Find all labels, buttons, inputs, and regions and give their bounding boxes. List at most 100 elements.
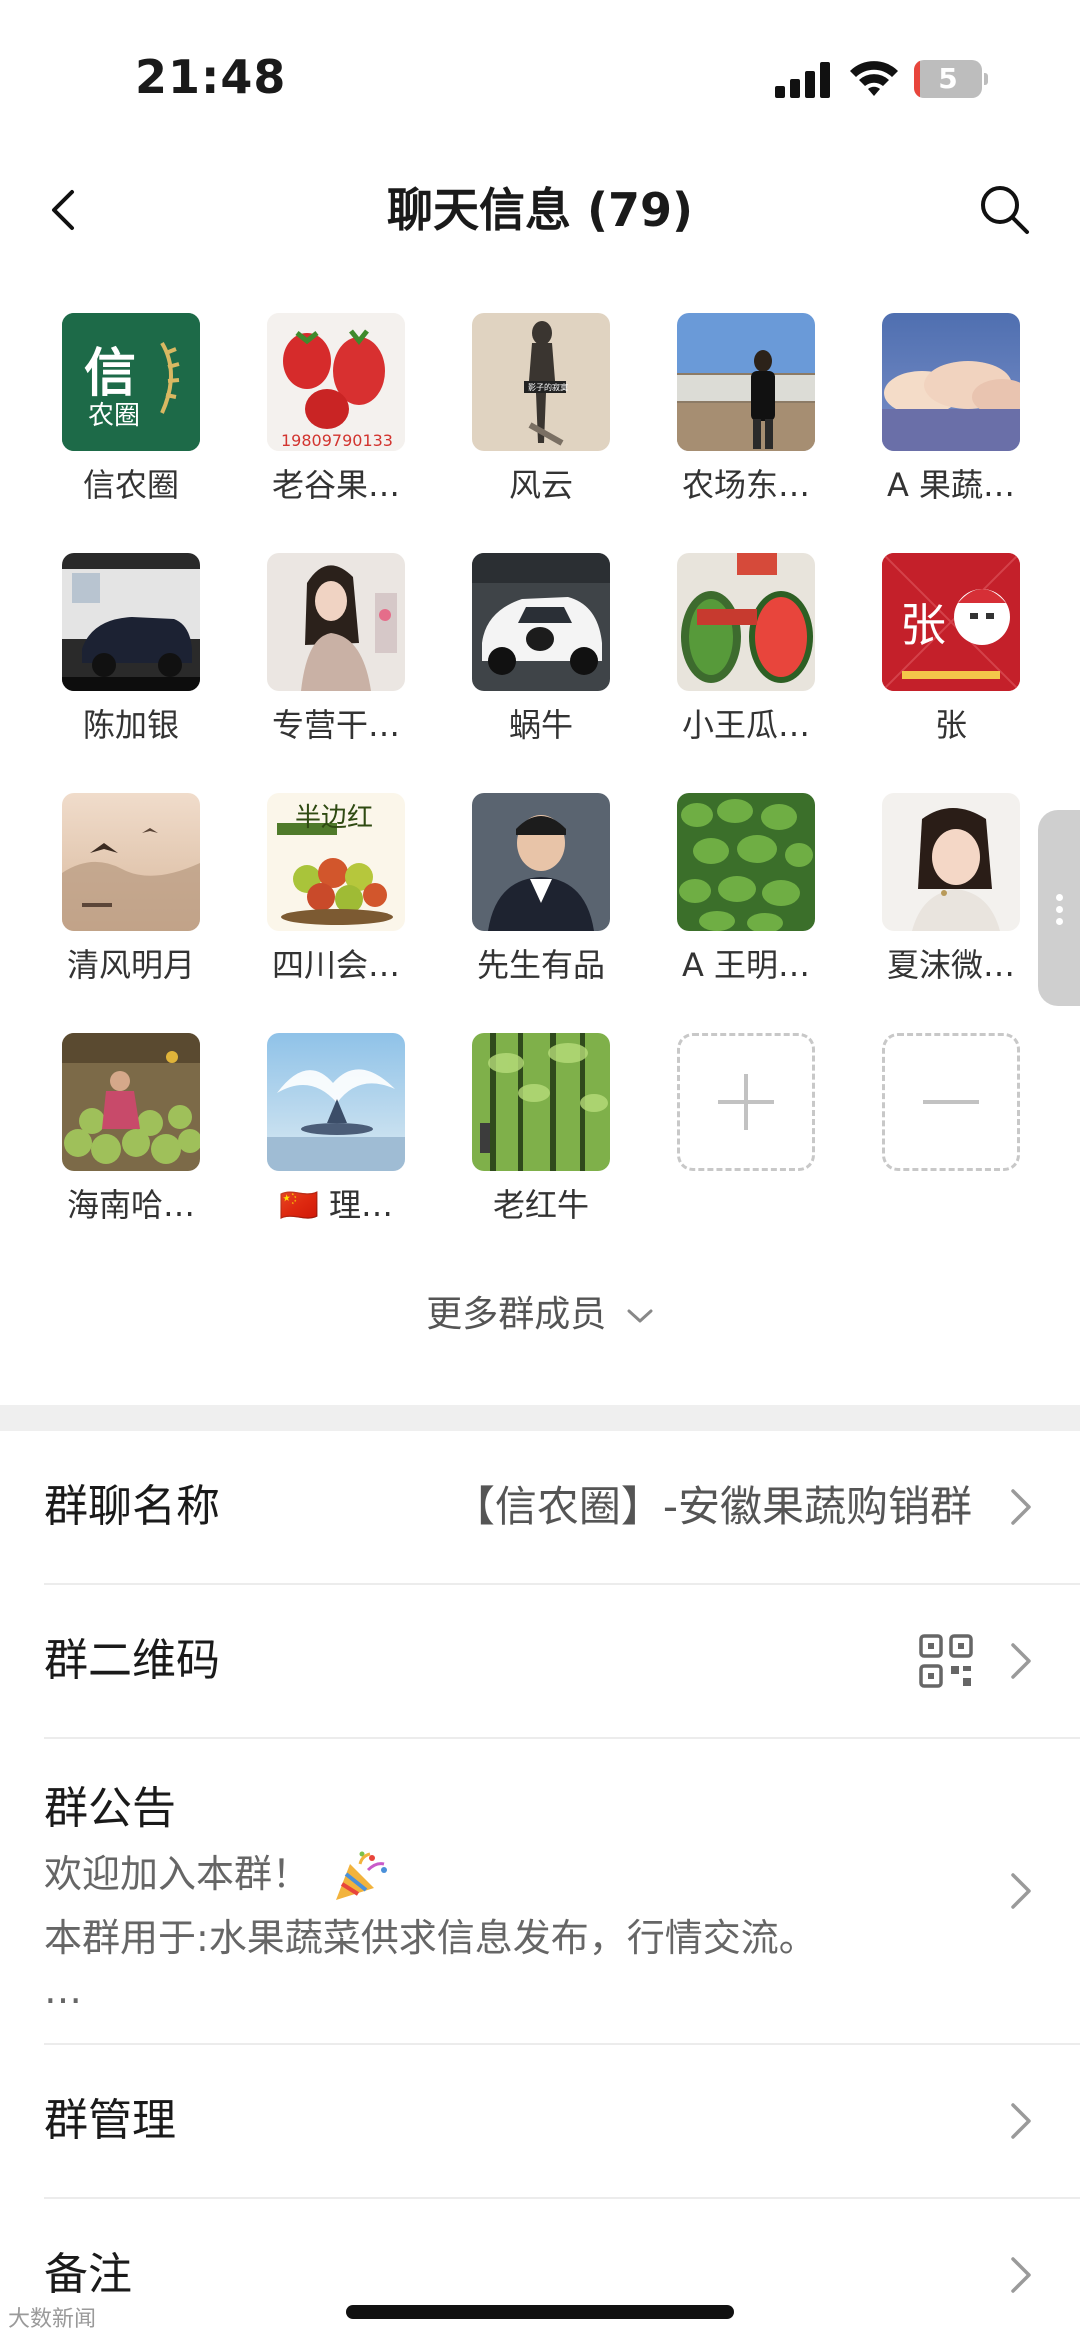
qr-code-row[interactable]: 群二维码 bbox=[0, 1585, 1080, 1738]
member-item[interactable]: 信 农圈 信农圈 bbox=[20, 305, 225, 535]
member-name: 四川会… bbox=[271, 946, 400, 984]
nav-bar: 聊天信息 (79) bbox=[0, 150, 1080, 270]
member-item[interactable]: 专营干… bbox=[225, 545, 430, 775]
member-item[interactable]: 蜗牛 bbox=[430, 545, 635, 775]
party-popper-icon bbox=[336, 1851, 388, 1900]
section-divider bbox=[0, 1405, 1080, 1431]
member-item[interactable]: 夏沫微… bbox=[840, 785, 1045, 1015]
member-avatar bbox=[62, 793, 200, 931]
watermark: 大数新闻 bbox=[8, 2307, 97, 2332]
member-name: 🇨🇳 理… bbox=[278, 1186, 394, 1224]
member-avatar bbox=[677, 313, 815, 451]
member-name: 小王瓜… bbox=[681, 706, 810, 744]
chevron-down-icon bbox=[627, 1309, 653, 1323]
search-icon[interactable] bbox=[975, 180, 1035, 240]
notice-text-1: 欢迎加入本群！ bbox=[44, 1852, 311, 1896]
group-manage-row[interactable]: 群管理 bbox=[0, 2045, 1080, 2198]
member-avatar bbox=[472, 793, 610, 931]
member-name: 清风明月 bbox=[66, 946, 195, 984]
member-item[interactable]: 农场东… bbox=[635, 305, 840, 535]
chevron-right-icon bbox=[1011, 2103, 1031, 2139]
member-item[interactable]: 陈加银 bbox=[20, 545, 225, 775]
member-item[interactable]: 影子的寂寞 风云 bbox=[430, 305, 635, 535]
member-avatar bbox=[62, 1033, 200, 1171]
chevron-right-icon bbox=[1011, 1489, 1031, 1525]
group-notice-label: 群公告 bbox=[44, 1783, 176, 1834]
remark-row[interactable]: 备注 bbox=[0, 2199, 1080, 2341]
member-name: 信农圈 bbox=[82, 466, 179, 504]
notice-line-2: 本群用于:水果蔬菜供求信息发布，行情交流。 bbox=[44, 1916, 817, 1960]
more-members-link[interactable]: 更多群成员 bbox=[0, 1290, 1080, 1340]
chevron-right-icon bbox=[1011, 1643, 1031, 1679]
member-item[interactable]: 老红牛 bbox=[430, 1025, 635, 1255]
wifi-icon bbox=[850, 61, 898, 96]
group-name-label: 群聊名称 bbox=[44, 1481, 220, 1532]
member-name: 农场东… bbox=[681, 466, 810, 504]
status-bar: 21:48 5 bbox=[0, 0, 1080, 150]
member-avatar bbox=[267, 553, 405, 691]
remove-member-box[interactable] bbox=[882, 1033, 1020, 1171]
avatar-subtext: 农圈 bbox=[88, 401, 141, 431]
member-name: 专营干… bbox=[271, 706, 400, 744]
member-avatar: 张 bbox=[882, 553, 1020, 691]
status-time: 21:48 bbox=[135, 50, 287, 104]
member-avatar bbox=[472, 1033, 610, 1171]
battery-icon: 5 bbox=[914, 60, 988, 98]
member-name: 蜗牛 bbox=[508, 706, 573, 744]
member-avatar bbox=[677, 793, 815, 931]
group-notice-row[interactable]: 群公告 欢迎加入本群！ 本群用于:水果蔬菜供求信息发布，行情交流。 … bbox=[0, 1739, 1080, 2044]
member-name: 海南哈… bbox=[66, 1186, 195, 1224]
member-name: 陈加银 bbox=[82, 706, 179, 744]
side-drawer-handle[interactable] bbox=[1038, 810, 1080, 1006]
home-indicator[interactable] bbox=[346, 2305, 734, 2319]
member-name: 老谷果… bbox=[271, 466, 400, 504]
member-name: 张 bbox=[934, 706, 967, 744]
chevron-right-icon bbox=[1011, 2257, 1031, 2293]
signal-icon bbox=[775, 62, 830, 98]
member-item[interactable]: 19809790133 老谷果… bbox=[225, 305, 430, 535]
member-item[interactable]: 海南哈… bbox=[20, 1025, 225, 1255]
add-member-box[interactable] bbox=[677, 1033, 815, 1171]
member-item[interactable]: 🇨🇳 理… bbox=[225, 1025, 430, 1255]
member-avatar: 半边红 bbox=[267, 793, 405, 931]
member-item[interactable]: 先生有品 bbox=[430, 785, 635, 1015]
member-name: 先生有品 bbox=[476, 946, 605, 984]
member-avatar: 影子的寂寞 bbox=[472, 313, 610, 451]
member-item[interactable]: 半边红 四川会… bbox=[225, 785, 430, 1015]
member-item[interactable]: A 果蔬… bbox=[840, 305, 1045, 535]
avatar-text: 张 bbox=[900, 598, 946, 652]
avatar-text: 半边红 bbox=[295, 803, 374, 833]
member-avatar bbox=[472, 553, 610, 691]
group-name-value: 【信农圈】-安徽果蔬购销群 bbox=[452, 1482, 972, 1531]
member-name: 风云 bbox=[508, 466, 573, 504]
member-avatar bbox=[882, 313, 1020, 451]
avatar-text: 19809790133 bbox=[281, 431, 393, 450]
notice-line-3: … bbox=[44, 1968, 82, 2012]
member-avatar bbox=[677, 553, 815, 691]
member-name: 夏沫微… bbox=[886, 946, 1015, 984]
more-members-label: 更多群成员 bbox=[426, 1294, 607, 1335]
member-name: A 果蔬… bbox=[886, 466, 1016, 504]
battery-level: 5 bbox=[938, 62, 958, 95]
avatar-text: 影子的寂寞 bbox=[528, 383, 568, 392]
chevron-right-icon bbox=[1011, 1873, 1031, 1909]
minus-icon bbox=[923, 1100, 979, 1104]
member-item[interactable]: 小王瓜… bbox=[635, 545, 840, 775]
remark-label: 备注 bbox=[44, 2249, 132, 2300]
member-avatar bbox=[62, 553, 200, 691]
member-item[interactable]: 张 张 bbox=[840, 545, 1045, 775]
notice-line-1: 欢迎加入本群！ bbox=[44, 1847, 390, 1904]
qr-code-icon bbox=[919, 1634, 973, 1688]
group-name-row[interactable]: 群聊名称 【信农圈】-安徽果蔬购销群 bbox=[0, 1431, 1080, 1584]
plus-icon bbox=[718, 1074, 774, 1130]
add-member-button[interactable] bbox=[635, 1025, 840, 1255]
remove-member-button[interactable] bbox=[840, 1025, 1045, 1255]
member-name: 老红牛 bbox=[492, 1186, 589, 1224]
member-avatar bbox=[882, 793, 1020, 931]
member-item[interactable]: 清风明月 bbox=[20, 785, 225, 1015]
member-item[interactable]: A 王明… bbox=[635, 785, 840, 1015]
member-avatar bbox=[267, 1033, 405, 1171]
qr-code-label: 群二维码 bbox=[44, 1635, 220, 1686]
member-avatar: 信 农圈 bbox=[62, 313, 200, 451]
page-title: 聊天信息 (79) bbox=[386, 183, 694, 237]
